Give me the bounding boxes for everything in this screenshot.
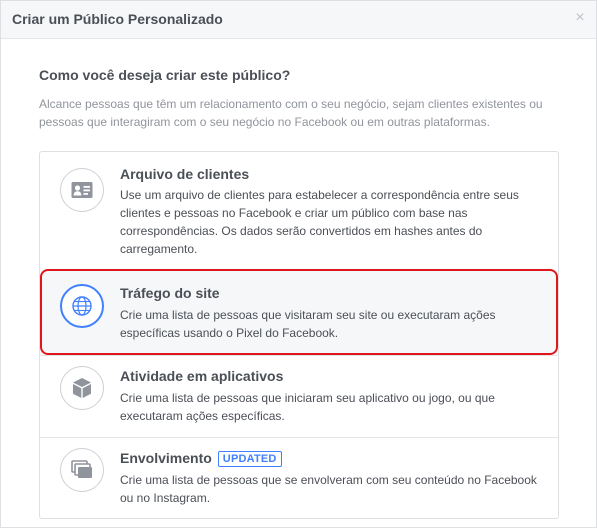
cube-icon <box>60 366 104 410</box>
close-icon[interactable]: × <box>572 10 588 26</box>
option-title: Atividade em aplicativos <box>120 368 284 384</box>
subtitle-text: Alcance pessoas que têm um relacionament… <box>39 97 543 129</box>
option-app-activity[interactable]: Atividade em aplicativos Crie uma lista … <box>40 355 558 437</box>
option-title: Envolvimento UPDATED <box>120 450 282 467</box>
dialog-header: Criar um Público Personalizado × <box>1 1 596 39</box>
question-heading: Como você deseja criar este público? <box>39 67 291 83</box>
media-stack-icon <box>60 448 104 492</box>
option-title: Tráfego do site <box>120 285 220 301</box>
option-description: Crie uma lista de pessoas que iniciaram … <box>120 391 495 423</box>
dialog-title: Criar um Público Personalizado <box>12 11 223 27</box>
custom-audience-dialog: Criar um Público Personalizado × Como vo… <box>0 0 597 528</box>
option-customer-file[interactable]: Arquivo de clientes Use um arquivo de cl… <box>40 152 558 269</box>
option-description: Crie uma lista de pessoas que visitaram … <box>120 308 496 340</box>
option-website-traffic[interactable]: Tráfego do site Crie uma lista de pessoa… <box>40 269 558 355</box>
updated-badge: UPDATED <box>217 451 282 467</box>
globe-icon <box>60 284 104 328</box>
contact-card-icon <box>60 168 104 212</box>
option-title-text: Envolvimento <box>120 450 212 466</box>
option-title: Arquivo de clientes <box>120 166 250 182</box>
option-description: Crie uma lista de pessoas que se envolve… <box>120 473 537 505</box>
option-engagement[interactable]: Envolvimento UPDATED Crie uma lista de pe… <box>40 437 558 518</box>
option-description: Use um arquivo de clientes para estabele… <box>120 188 519 256</box>
